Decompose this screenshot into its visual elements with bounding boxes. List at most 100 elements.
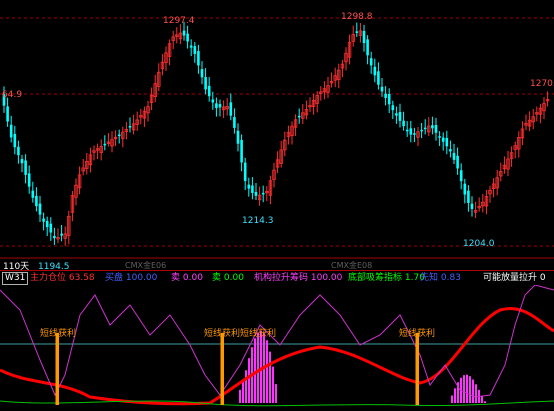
price-label-low-1: 1194.5 (38, 262, 70, 270)
candle-body (13, 133, 17, 148)
indicator-item-bottom-absorb: 底部吸筹指标 1.70 (348, 271, 425, 285)
volume-bar (475, 384, 477, 403)
candle-body (60, 233, 63, 236)
candle-body (395, 113, 398, 116)
candle-body (38, 203, 42, 215)
candle-body (467, 190, 470, 203)
indicator-item-label: 底部吸筹指标 (348, 273, 403, 283)
candle-body (117, 134, 121, 137)
indicator-item-value: 0.00 (223, 273, 244, 283)
candle-body (254, 191, 258, 196)
price-label-low-3: 1204.0 (463, 239, 495, 249)
indicator-header: W31 主力仓位 63.58 买盘 100.00 卖 0.00 卖 0.00 机… (0, 271, 554, 285)
indicator-item-value: 100.00 (125, 273, 158, 283)
candle-body (211, 99, 215, 103)
candle-body (193, 46, 197, 54)
candle-body (405, 129, 409, 132)
candle-body (17, 146, 20, 156)
candle-body (243, 162, 247, 182)
candlestick-chart[interactable]: 1297.4 1298.8 1270. 64.9 1194.5 1214.3 1… (0, 0, 554, 270)
candle-body (197, 51, 200, 66)
price-label-right-edge: 1270. (530, 79, 554, 89)
signal-label-4: 短线获利 (399, 327, 435, 339)
volume-bar (272, 366, 274, 403)
candle-body (207, 85, 211, 97)
indicator-item-volume-surge: 可能放量拉升 0 (483, 271, 546, 285)
candle-body (380, 86, 384, 92)
signal-bar (55, 333, 59, 405)
candle-body (186, 33, 189, 42)
volume-bar (481, 395, 483, 403)
volume-bar (269, 351, 271, 403)
indicator-item-value: 63.58 (68, 273, 95, 283)
candle-body (387, 94, 391, 105)
candle-body (247, 184, 251, 189)
indicator-item-sell-2: 卖 0.00 (212, 271, 244, 285)
volume-bar (484, 401, 486, 403)
candle-body (384, 93, 387, 98)
candle-body (24, 160, 27, 175)
candle-body (369, 58, 373, 66)
volume-bar (469, 376, 471, 403)
indicator-item-prophet: 先知 0.83 (420, 271, 461, 285)
signal-bar (415, 333, 419, 405)
candle-body (189, 45, 193, 48)
indicator-item-label: 可能放量拉升 (483, 273, 538, 283)
candle-body (470, 203, 474, 209)
candle-body (240, 139, 243, 163)
price-label-high-2: 1298.8 (341, 12, 373, 22)
indicator-item-value: 0 (539, 273, 546, 283)
signal-label-1: 短线获利 (40, 327, 76, 339)
candle-body (366, 39, 369, 56)
candle-body (128, 126, 132, 128)
candle-body (215, 103, 218, 108)
candle-body (9, 124, 13, 138)
candle-body (297, 115, 301, 118)
candle-body (229, 102, 233, 116)
indicator-item-value: 0.83 (440, 273, 461, 283)
candle-body (27, 173, 31, 187)
indicator-item-sell-1: 卖 0.00 (171, 271, 203, 285)
indicator-name[interactable]: W31 (2, 272, 29, 285)
candle-body (362, 30, 366, 44)
candle-body (204, 77, 207, 90)
volume-bar (257, 332, 259, 403)
candle-body (423, 127, 427, 130)
candle-body (449, 149, 452, 152)
price-label-left-edge: 64.9 (2, 90, 22, 100)
indicator-item-label: 卖 (171, 273, 181, 283)
volume-bar (239, 389, 241, 403)
indicator-item-label: 买盘 (105, 273, 124, 283)
indicator-item-label: 卖 (212, 273, 222, 283)
volume-bar (254, 338, 256, 403)
candle-body (377, 71, 380, 85)
candle-body (42, 218, 45, 222)
candle-body (355, 31, 359, 33)
candle-body (398, 112, 402, 121)
candle-body (438, 136, 441, 138)
candle-body (20, 158, 24, 164)
watermark-1: CMX金E06 (125, 260, 166, 270)
volume-bar (454, 388, 456, 403)
volume-bar (466, 374, 468, 403)
candle-body (251, 185, 254, 193)
candle-body (441, 137, 445, 142)
signal-label-3: 短线获利 (240, 327, 276, 339)
candle-body (261, 192, 265, 195)
volume-bar (472, 379, 474, 403)
candle-body (463, 183, 467, 195)
indicator-item-institution: 机构拉升筹码 100.00 (254, 271, 342, 285)
volume-bar (463, 375, 465, 403)
price-label-high-1: 1297.4 (163, 16, 195, 26)
indicator-item-main-position: 主力仓位 63.58 (30, 271, 95, 285)
candle-body (434, 125, 438, 133)
candle-body (373, 66, 377, 76)
candle-body (236, 130, 240, 144)
indicator-item-label: 机构拉升筹码 (254, 273, 309, 283)
indicator-chart[interactable]: 短线获利 短线获利 短线获利 短线获利 (0, 285, 554, 411)
signal-bar (220, 333, 224, 405)
candle-body (391, 105, 395, 111)
candle-body (456, 155, 459, 169)
candle-body (402, 120, 405, 127)
indicator-item-label: 先知 (420, 273, 439, 283)
